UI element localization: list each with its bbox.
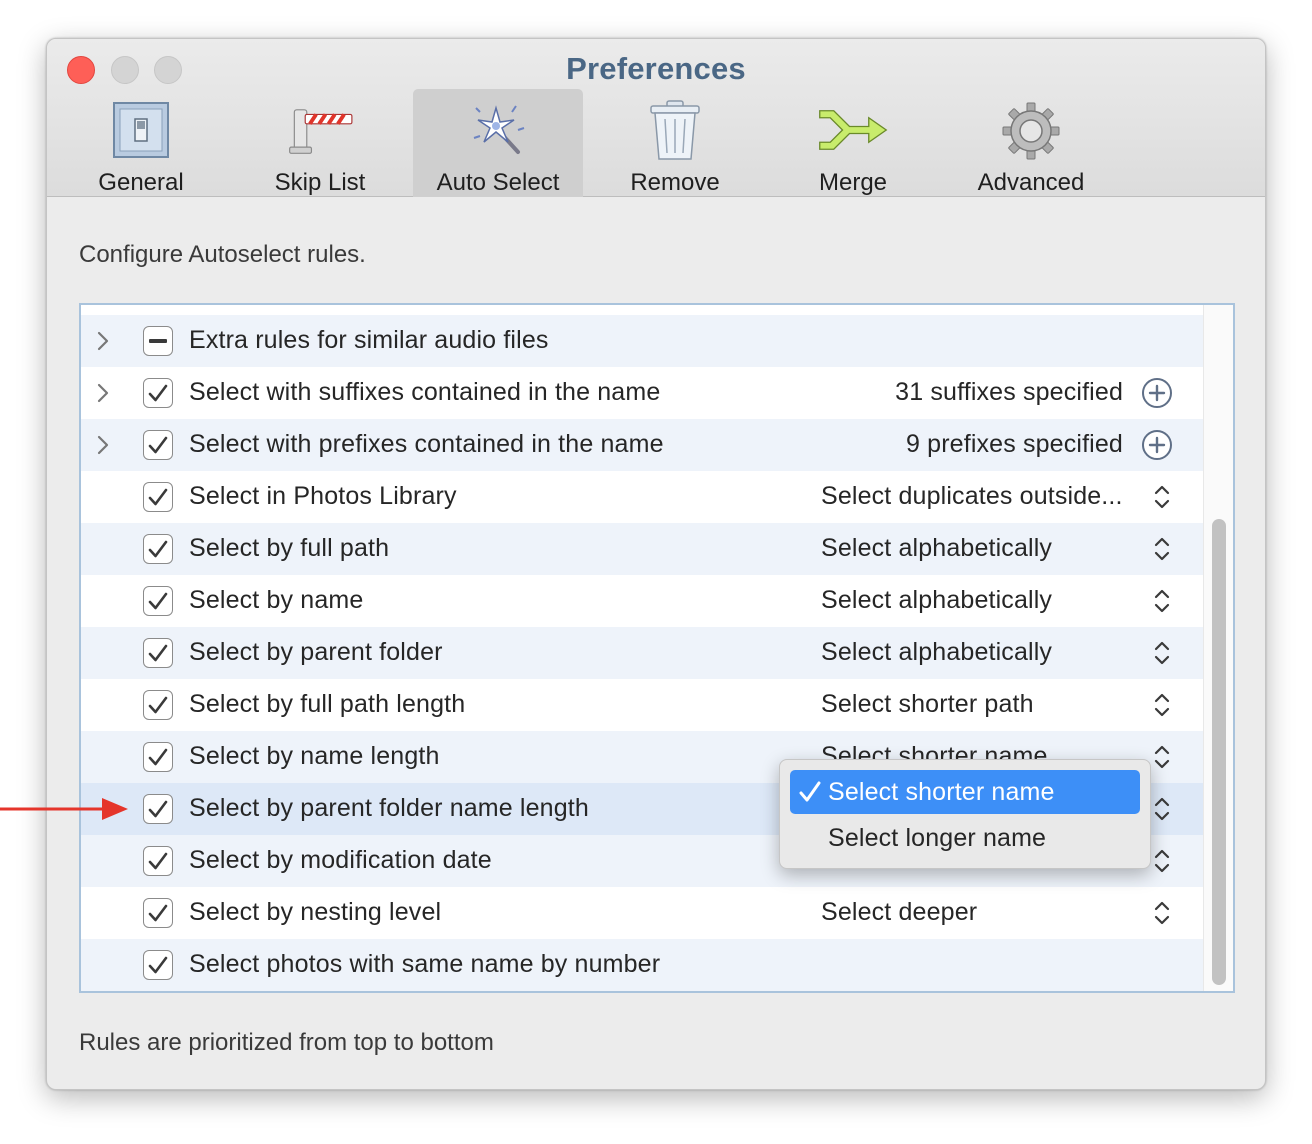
rule-checkbox[interactable] [143,794,173,824]
chevron-right-icon[interactable] [93,433,113,457]
rule-label: Select by name length [189,742,440,770]
rule-value-select[interactable]: Select alphabetically [821,586,1052,615]
rule-value-select[interactable]: Select deeper [821,898,977,927]
rule-checkbox[interactable] [143,950,173,980]
rule-row[interactable]: Select with suffixes contained in the na… [81,367,1203,419]
value-popup-menu: Select shorter name Select longer name [779,759,1151,869]
popup-stepper-icon[interactable] [1149,742,1175,772]
rule-label: Select by parent folder name length [189,794,589,822]
add-icon[interactable] [1141,377,1173,409]
rule-row[interactable]: Select in Photos Library Select duplicate… [81,471,1203,523]
rule-row[interactable]: Extra rules for similar audio files [81,315,1203,367]
rule-checkbox[interactable] [143,326,173,356]
popup-stepper-icon[interactable] [1149,794,1175,824]
tab-label: Auto Select [436,169,560,196]
tab-advanced[interactable]: Advanced [946,89,1116,197]
rule-row[interactable]: Select by nesting level Select deeper [81,887,1203,939]
popup-stepper-icon[interactable] [1149,690,1175,720]
chevron-right-icon[interactable] [93,329,113,353]
rule-label: Select with suffixes contained in the na… [189,378,661,406]
popup-option-label: Select longer name [828,823,1047,852]
popup-option-label: Select shorter name [828,777,1055,806]
rule-label: Select with prefixes contained in the na… [189,430,664,458]
rule-checkbox[interactable] [143,742,173,772]
tab-skip-list[interactable]: Skip List [235,89,405,197]
preferences-window: Preferences General Skip List Auto Selec… [46,38,1266,1090]
popup-stepper-icon[interactable] [1149,534,1175,564]
rule-row[interactable]: Select photos with same name by number [81,939,1203,991]
rule-checkbox[interactable] [143,638,173,668]
annotation-arrow-icon [0,798,128,820]
chevron-right-icon[interactable] [93,381,113,405]
popup-option-selected[interactable]: Select shorter name [790,770,1140,814]
rule-row[interactable]: Select by name Select alphabetically [81,575,1203,627]
window-title: Preferences [566,51,746,86]
magic-wand-icon [463,97,533,163]
rules-rows: Extra rules for similar audio files Selec… [81,315,1203,991]
popup-stepper-icon[interactable] [1149,846,1175,876]
rule-label: Select by modification date [189,846,492,874]
rule-checkbox[interactable] [143,430,173,460]
popup-stepper-icon[interactable] [1149,586,1175,616]
tab-label: Remove [630,169,720,196]
rule-label: Select by parent folder [189,638,443,666]
rule-count: 31 suffixes specified [895,378,1123,406]
rule-label: Select photos with same name by number [189,950,661,978]
tab-general[interactable]: General [56,89,226,197]
rule-label: Select by nesting level [189,898,442,926]
toolbar: Preferences General Skip List Auto Selec… [47,39,1265,197]
tab-label: Merge [818,169,888,196]
footer-text: Rules are prioritized from top to bottom [79,1029,494,1056]
scrollbar-thumb[interactable] [1212,519,1226,985]
rule-row[interactable]: Select by full path length Select shorter… [81,679,1203,731]
rules-list: Extra rules for similar audio files Selec… [79,303,1235,993]
tab-auto-select[interactable]: Auto Select [413,89,583,197]
rule-label: Extra rules for similar audio files [189,326,549,354]
rule-value-select[interactable]: Select duplicates outside... [821,482,1123,511]
switch-icon [106,97,176,163]
rule-row[interactable]: Select with prefixes contained in the na… [81,419,1203,471]
popup-stepper-icon[interactable] [1149,898,1175,928]
rule-checkbox[interactable] [143,534,173,564]
rule-checkbox[interactable] [143,378,173,408]
tab-remove[interactable]: Remove [590,89,760,197]
rule-label: Select by full path [189,534,390,562]
rule-checkbox[interactable] [143,898,173,928]
rule-label: Select by full path length [189,690,466,718]
rule-row[interactable]: Select by full path Select alphabetically [81,523,1203,575]
intro-text: Configure Autoselect rules. [79,241,366,268]
rule-value-select[interactable]: Select shorter path [821,690,1034,719]
rule-checkbox[interactable] [143,482,173,512]
tab-label: Advanced [977,169,1085,196]
merge-arrow-icon [818,97,888,163]
add-icon[interactable] [1141,429,1173,461]
rule-count: 9 prefixes specified [905,430,1123,458]
barrier-icon [285,97,355,163]
tab-label: Skip List [274,169,366,196]
checkmark-icon [799,781,821,802]
rule-row[interactable]: Select by parent folder Select alphabetic… [81,627,1203,679]
rule-checkbox[interactable] [143,690,173,720]
gear-icon [996,97,1066,165]
popup-stepper-icon[interactable] [1149,638,1175,668]
popup-option[interactable]: Select longer name [790,816,1140,860]
vertical-scrollbar[interactable] [1203,305,1233,991]
rule-value-select[interactable]: Select alphabetically [821,534,1052,563]
rule-label: Select by name [189,586,364,614]
tab-label: General [98,169,184,196]
rule-checkbox[interactable] [143,846,173,876]
rule-label: Select in Photos Library [189,482,457,510]
tab-merge[interactable]: Merge [768,89,938,197]
trash-icon [640,97,710,163]
rule-checkbox[interactable] [143,586,173,616]
popup-stepper-icon[interactable] [1149,482,1175,512]
rule-value-select[interactable]: Select alphabetically [821,638,1052,667]
